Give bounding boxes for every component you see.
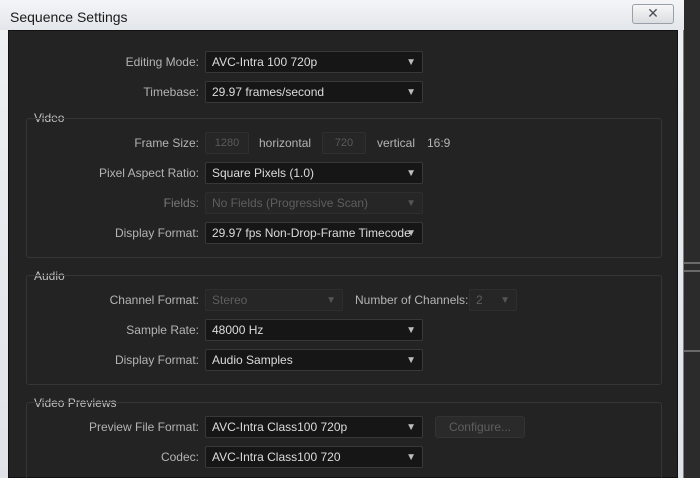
aspect-ratio-text: 16:9 xyxy=(427,136,451,150)
preview-file-format-row: Preview File Format: AVC-Intra Class100 … xyxy=(9,416,679,438)
pixel-aspect-value: Square Pixels (1.0) xyxy=(212,166,315,180)
channel-format-label: Channel Format: xyxy=(109,293,199,307)
pixel-aspect-row: Pixel Aspect Ratio: Square Pixels (1.0) … xyxy=(9,162,679,184)
background-application xyxy=(684,0,700,478)
chevron-down-icon: ▼ xyxy=(406,452,416,463)
video-display-format-label: Display Format: xyxy=(114,226,199,240)
horizontal-label: horizontal xyxy=(259,136,312,150)
sequence-settings-dialog: Sequence Settings ✕ Editing Mode: AVC-In… xyxy=(0,0,684,478)
num-channels-value: 2 xyxy=(476,293,483,307)
chevron-down-icon: ▼ xyxy=(406,87,416,98)
sample-rate-value: 48000 Hz xyxy=(212,323,264,337)
chevron-down-icon: ▼ xyxy=(406,198,416,209)
channel-format-row: Channel Format: Stereo ▼ Number of Chann… xyxy=(9,289,679,311)
chevron-down-icon: ▼ xyxy=(326,295,336,306)
channel-format-value: Stereo xyxy=(212,293,248,307)
chevron-down-icon: ▼ xyxy=(406,325,416,336)
chevron-down-icon: ▼ xyxy=(406,168,416,179)
pixel-aspect-dropdown[interactable]: Square Pixels (1.0) ▼ xyxy=(205,162,423,184)
editing-mode-label: Editing Mode: xyxy=(125,55,199,69)
fields-row: Fields: No Fields (Progressive Scan) ▼ xyxy=(9,192,679,214)
background-divider xyxy=(684,350,700,352)
title-bar[interactable]: Sequence Settings ✕ xyxy=(0,0,684,30)
dialog-body: Editing Mode: AVC-Intra 100 720p ▼ Timeb… xyxy=(8,30,678,478)
num-channels-label: Number of Channels: xyxy=(355,293,469,307)
video-display-format-dropdown[interactable]: 29.97 fps Non-Drop-Frame Timecode ▼ xyxy=(205,222,423,244)
background-divider xyxy=(684,270,700,272)
codec-value: AVC-Intra Class100 720 xyxy=(212,450,341,464)
configure-button[interactable]: Configure... xyxy=(435,416,525,438)
chevron-down-icon: ▼ xyxy=(406,57,416,68)
close-icon: ✕ xyxy=(647,5,659,21)
video-display-format-value: 29.97 fps Non-Drop-Frame Timecode xyxy=(212,226,411,240)
chevron-down-icon: ▼ xyxy=(406,355,416,366)
codec-label: Codec: xyxy=(160,450,199,464)
video-display-format-row: Display Format: 29.97 fps Non-Drop-Frame… xyxy=(9,222,679,244)
background-divider xyxy=(684,262,700,264)
audio-display-format-value: Audio Samples xyxy=(212,353,293,367)
editing-mode-dropdown[interactable]: AVC-Intra 100 720p ▼ xyxy=(205,51,423,73)
editing-mode-row: Editing Mode: AVC-Intra 100 720p ▼ xyxy=(9,51,679,73)
audio-display-format-dropdown[interactable]: Audio Samples ▼ xyxy=(205,349,423,371)
sample-rate-row: Sample Rate: 48000 Hz ▼ xyxy=(9,319,679,341)
close-button[interactable]: ✕ xyxy=(632,4,674,24)
codec-row: Codec: AVC-Intra Class100 720 ▼ xyxy=(9,446,679,468)
sample-rate-dropdown[interactable]: 48000 Hz ▼ xyxy=(205,319,423,341)
channel-format-dropdown[interactable]: Stereo ▼ xyxy=(205,289,343,311)
frame-size-label: Frame Size: xyxy=(134,136,199,150)
chevron-down-icon: ▼ xyxy=(406,422,416,433)
timebase-dropdown[interactable]: 29.97 frames/second ▼ xyxy=(205,81,423,103)
frame-width-field[interactable]: 1280 xyxy=(205,132,249,154)
frame-height-field[interactable]: 720 xyxy=(322,132,366,154)
timebase-value: 29.97 frames/second xyxy=(212,85,325,99)
fields-dropdown[interactable]: No Fields (Progressive Scan) ▼ xyxy=(205,192,423,214)
chevron-down-icon: ▼ xyxy=(406,228,416,239)
preview-file-format-value: AVC-Intra Class100 720p xyxy=(212,420,348,434)
audio-display-format-row: Display Format: Audio Samples ▼ xyxy=(9,349,679,371)
num-channels-dropdown[interactable]: 2 ▼ xyxy=(469,289,517,311)
editing-mode-value: AVC-Intra 100 720p xyxy=(212,55,318,69)
chevron-down-icon: ▼ xyxy=(500,295,510,306)
fields-value: No Fields (Progressive Scan) xyxy=(212,196,369,210)
timebase-row: Timebase: 29.97 frames/second ▼ xyxy=(9,81,679,103)
fields-label: Fields: xyxy=(163,196,199,210)
preview-file-format-label: Preview File Format: xyxy=(88,420,199,434)
pixel-aspect-label: Pixel Aspect Ratio: xyxy=(98,166,199,180)
audio-display-format-label: Display Format: xyxy=(114,353,199,367)
frame-size-row: Frame Size: 1280 horizontal 720 vertical… xyxy=(9,132,679,154)
sample-rate-label: Sample Rate: xyxy=(126,323,199,337)
timebase-label: Timebase: xyxy=(143,85,199,99)
preview-file-format-dropdown[interactable]: AVC-Intra Class100 720p ▼ xyxy=(205,416,423,438)
dialog-title: Sequence Settings xyxy=(10,9,128,25)
codec-dropdown[interactable]: AVC-Intra Class100 720 ▼ xyxy=(205,446,423,468)
vertical-label: vertical xyxy=(377,136,416,150)
